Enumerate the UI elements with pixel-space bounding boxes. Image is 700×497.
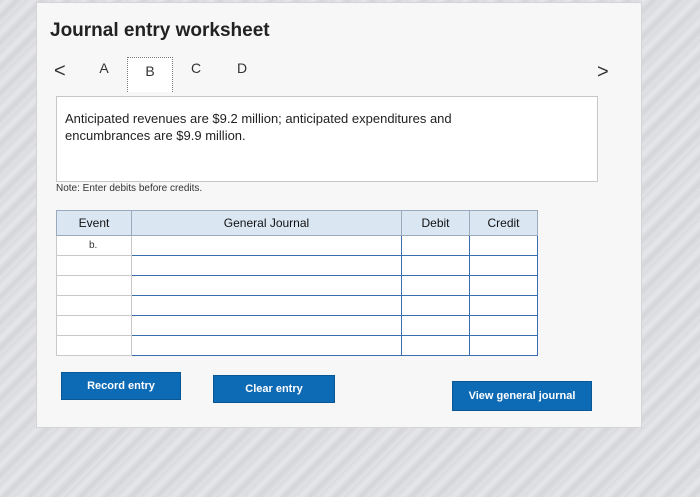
record-entry-label: Record entry — [87, 380, 155, 392]
event-cell — [56, 295, 132, 316]
account-input[interactable] — [131, 315, 402, 336]
event-cell — [56, 335, 132, 356]
header-general-journal: General Journal — [131, 210, 402, 236]
debit-input[interactable] — [401, 275, 470, 296]
table-row: b. — [56, 235, 538, 256]
debit-input[interactable] — [401, 335, 470, 356]
header-event: Event — [56, 210, 132, 236]
header-debit: Debit — [401, 210, 470, 236]
tab-b[interactable]: B — [127, 57, 173, 92]
worksheet-title: Journal entry worksheet — [50, 20, 270, 41]
credit-input[interactable] — [469, 275, 538, 296]
note-text: Note: Enter debits before credits. — [56, 183, 203, 194]
account-input[interactable] — [131, 335, 402, 356]
table-row — [56, 275, 538, 296]
journal-table: Event General Journal Debit Credit b. — [56, 210, 538, 356]
event-cell — [56, 255, 132, 276]
account-input[interactable] — [131, 235, 402, 256]
table-row — [56, 295, 538, 316]
clear-entry-label: Clear entry — [245, 383, 303, 395]
credit-input[interactable] — [469, 295, 538, 316]
tab-d[interactable]: D — [222, 60, 262, 76]
debit-input[interactable] — [401, 235, 470, 256]
description-text: Anticipated revenues are $9.2 million; a… — [65, 111, 452, 143]
view-general-journal-button[interactable]: View general journal — [452, 381, 592, 411]
credit-input[interactable] — [469, 255, 538, 276]
tab-c[interactable]: C — [176, 60, 216, 76]
table-row — [56, 335, 538, 356]
account-input[interactable] — [131, 295, 402, 316]
next-arrow-icon[interactable]: > — [597, 61, 609, 84]
account-input[interactable] — [131, 255, 402, 276]
clear-entry-button[interactable]: Clear entry — [213, 375, 335, 403]
event-cell — [56, 315, 132, 336]
table-row — [56, 315, 538, 336]
prev-arrow-icon[interactable]: < — [54, 60, 66, 83]
tab-a[interactable]: A — [84, 60, 124, 76]
header-credit: Credit — [469, 210, 538, 236]
event-cell: b. — [56, 235, 132, 256]
view-general-journal-label: View general journal — [468, 390, 576, 402]
credit-input[interactable] — [469, 335, 538, 356]
table-row — [56, 255, 538, 276]
credit-input[interactable] — [469, 235, 538, 256]
record-entry-button[interactable]: Record entry — [61, 372, 181, 400]
account-input[interactable] — [131, 275, 402, 296]
event-cell — [56, 275, 132, 296]
table-header-row: Event General Journal Debit Credit — [56, 210, 538, 236]
debit-input[interactable] — [401, 295, 470, 316]
description-box: Anticipated revenues are $9.2 million; a… — [56, 96, 598, 182]
debit-input[interactable] — [401, 255, 470, 276]
credit-input[interactable] — [469, 315, 538, 336]
debit-input[interactable] — [401, 315, 470, 336]
